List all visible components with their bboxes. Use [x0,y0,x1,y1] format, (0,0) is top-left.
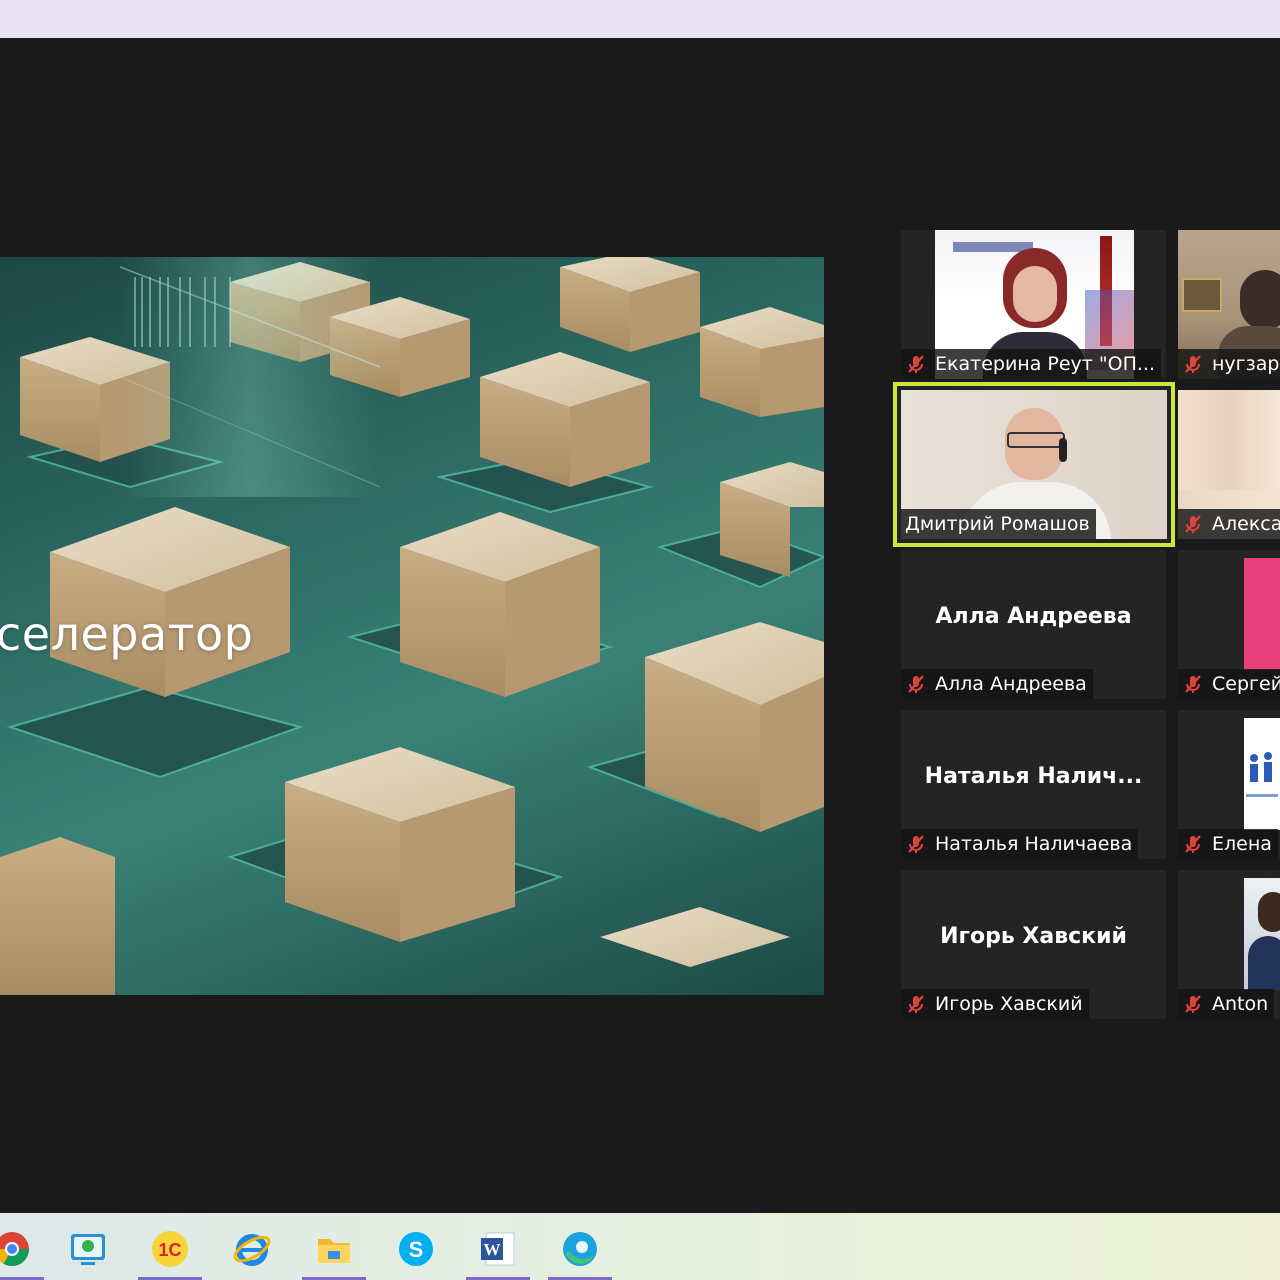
remote-support-icon [71,1234,105,1265]
muted-mic-icon [1185,675,1201,693]
participant-label: нугзар [1178,349,1280,379]
avatar-image [1244,718,1280,830]
taskbar-chrome[interactable] [0,1223,44,1280]
person-body [1248,936,1280,990]
file-explorer-icon [318,1239,350,1263]
participant-name: Anton [1212,993,1269,1015]
edge-icon [563,1232,597,1266]
skype-icon: S [399,1232,433,1266]
muted-mic-icon [908,355,924,373]
people-logo-icon [1246,752,1278,797]
internet-explorer-icon [233,1234,271,1266]
muted-mic-icon [1185,355,1201,373]
muted-mic-icon [1185,515,1201,533]
eyeglasses [1007,432,1065,448]
headset [1059,438,1067,462]
taskbar-file-explorer[interactable] [302,1223,366,1280]
participant-tile-natalya[interactable]: Наталья Налич... Наталья Наличаева [901,710,1166,859]
participant-display-name: Алла Андреева [935,604,1132,629]
participant-display-name: Игорь Хавский [940,924,1127,949]
muted-mic-icon [908,835,924,853]
participant-tile-ekaterina[interactable]: Екатерина Реут "ОП... [901,230,1166,379]
muted-mic-icon [1185,835,1201,853]
window-top-strip [0,0,1280,38]
1c-label: 1С [158,1240,181,1260]
chrome-icon [0,1232,29,1266]
participant-label: Елена [1178,829,1278,859]
muted-mic-icon [908,995,924,1013]
avatar-image [1244,878,1280,990]
participant-tile-aleksa[interactable]: Алекса [1178,390,1280,539]
participant-name: Сергей [1212,673,1280,695]
participant-label: Алла Андреева [901,669,1093,699]
skype-label: S [409,1237,424,1262]
participant-label: Anton [1178,989,1275,1019]
participant-name: Елена [1212,833,1272,855]
muted-mic-icon [1185,995,1201,1013]
taskbar-word[interactable]: W [466,1223,530,1280]
person-head [1240,270,1280,330]
slide-title: селератор [0,607,254,661]
participant-tile-alla[interactable]: Алла Андреева Алла Андреева [901,550,1166,699]
person-face [1013,266,1057,322]
taskbar-1c[interactable]: 1С [138,1223,202,1280]
participant-tile-elena[interactable]: Елена [1178,710,1280,859]
taskbar-skype[interactable]: S [388,1223,444,1275]
participant-display-name: Наталья Налич... [924,764,1143,789]
person-head [1258,892,1280,932]
participant-tile-igor[interactable]: Игорь Хавский Игорь Хавский [901,870,1166,1019]
word-label: W [484,1240,501,1259]
taskbar-edge[interactable] [548,1223,612,1280]
word-icon: W [481,1232,515,1266]
avatar-image [1244,558,1280,670]
participant-tile-dmitry[interactable]: Дмитрий Ромашов [893,382,1175,547]
participant-label: Дмитрий Ромашов [901,509,1096,539]
participant-tile-anton[interactable]: Anton [1178,870,1280,1019]
1c-icon: 1С [152,1231,188,1267]
participant-name: Алла Андреева [935,673,1087,695]
participant-name: Наталья Наличаева [935,833,1133,855]
taskbar-internet-explorer[interactable] [224,1223,280,1275]
participant-label: Игорь Хавский [901,989,1089,1019]
participant-name: Игорь Хавский [935,993,1083,1015]
participant-name: Екатерина Реут "ОП... [935,353,1155,375]
participant-tile-sergei[interactable]: Сергей [1178,550,1280,699]
participant-label: Алекса [1178,509,1280,539]
taskbar: 1С S W [0,1213,1280,1280]
taskbar-remote-support[interactable] [60,1223,116,1275]
participant-name: Дмитрий Ромашов [905,513,1090,535]
muted-mic-icon [908,675,924,693]
participant-label: Сергей [1178,669,1280,699]
participant-tile-nugzar[interactable]: нугзар [1178,230,1280,379]
meeting-stage: селератор Екатерина Реут "ОП... нугзар Д… [0,38,1280,1213]
participant-name: нугзар [1212,353,1280,375]
participant-label: Наталья Наличаева [901,829,1139,859]
curtain [1178,390,1280,490]
picture-frame [1182,278,1222,312]
shared-screen-slide: селератор [0,257,824,995]
participant-name: Алекса [1212,513,1280,535]
participant-label: Екатерина Реут "ОП... [901,349,1161,379]
